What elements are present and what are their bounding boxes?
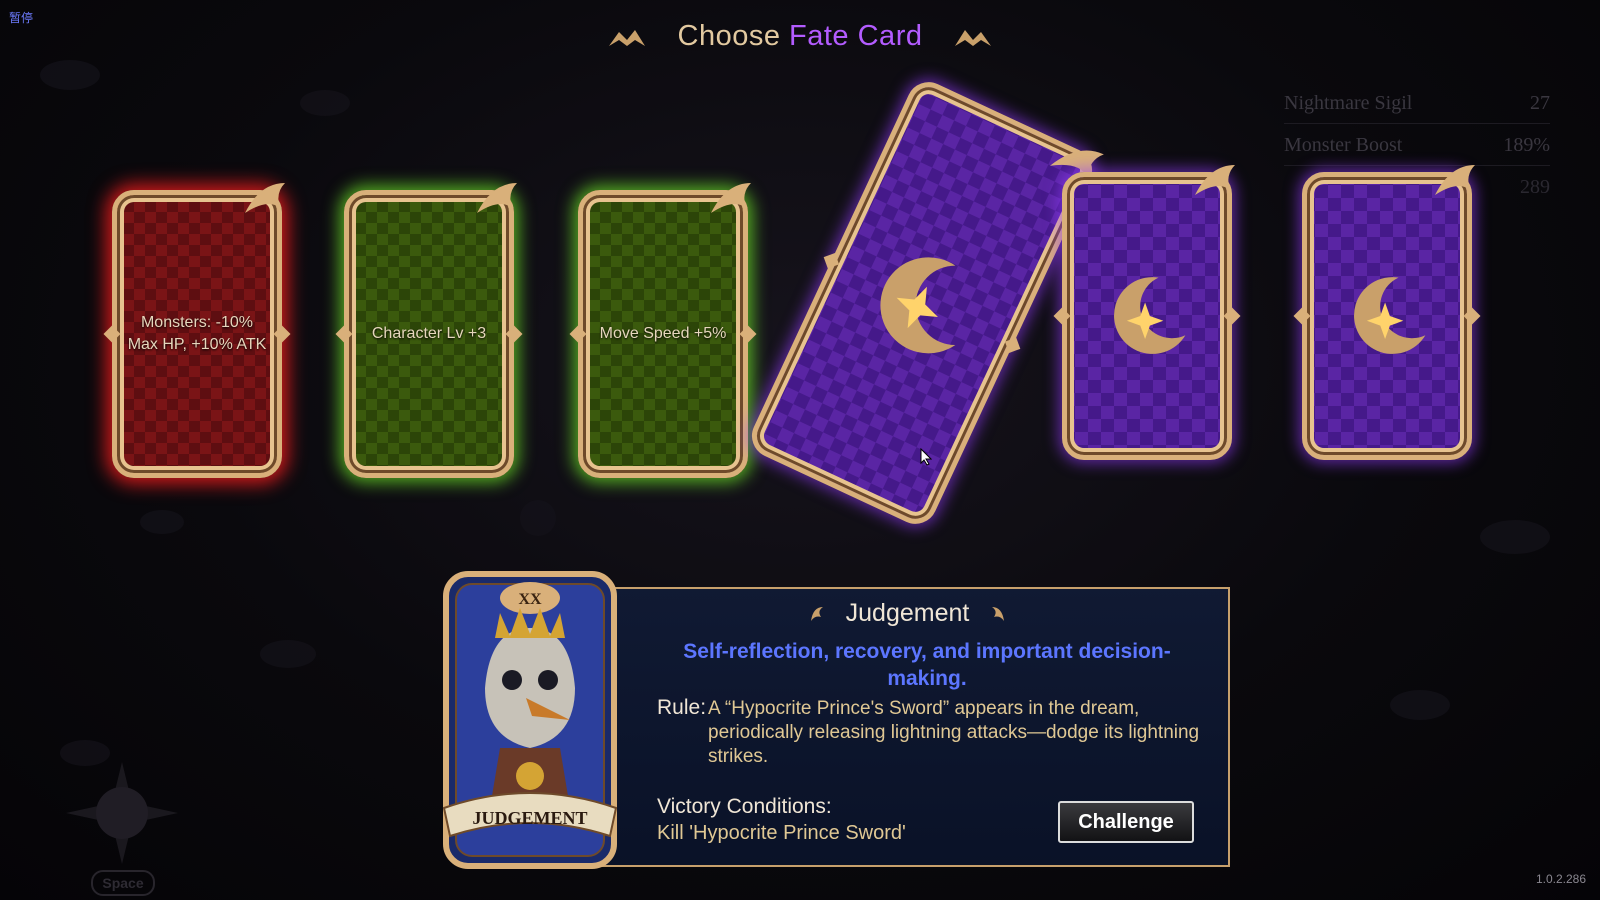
card-effect-text: Monsters: -10% Max HP, +10% ATK xyxy=(127,314,267,353)
fate-card-character-lv[interactable]: Character Lv +3 xyxy=(335,183,523,478)
fate-card-hidden[interactable] xyxy=(1293,165,1481,460)
rule-text: A “Hypocrite Prince's Sword” appears in … xyxy=(708,698,1200,767)
stat-nightmare-sigil: Nightmare Sigil 27 xyxy=(1284,88,1550,124)
card-corner-ornament-icon xyxy=(1435,165,1475,195)
fate-card-move-speed[interactable]: Move Speed +5% xyxy=(569,183,757,478)
judgement-portrait-card: XX JUDGEMENT xyxy=(442,571,618,869)
fate-card-monsters[interactable]: Monsters: -10% Max HP, +10% ATK xyxy=(103,183,291,478)
card-effect-text: Character Lv +3 xyxy=(371,325,487,342)
left-ornament-icon xyxy=(608,30,645,47)
detail-title: Judgement xyxy=(587,599,1228,628)
card-corner-ornament-icon xyxy=(245,183,285,213)
stat-value: 189% xyxy=(1503,134,1550,156)
stat-label: Nightmare Sigil xyxy=(1284,92,1413,114)
card-banner: JUDGEMENT xyxy=(472,808,587,828)
title-right-ornament-icon xyxy=(992,607,1005,622)
title-prefix: Choose xyxy=(677,20,781,52)
stat-value: 289 xyxy=(1520,176,1550,198)
compass-icon xyxy=(66,762,178,864)
mouse-cursor-icon xyxy=(920,448,932,466)
crescent-moon-icon xyxy=(1354,277,1426,354)
victory-conditions-text: Kill 'Hypocrite Prince Sword' xyxy=(657,822,906,844)
crescent-moon-icon xyxy=(1114,277,1186,354)
version-label: 1.0.2.286 xyxy=(1535,872,1586,886)
title-highlight: Fate Card xyxy=(789,20,923,52)
space-key-hint: Space xyxy=(91,870,155,896)
card-corner-ornament-icon xyxy=(711,183,751,213)
right-ornament-icon xyxy=(955,30,992,47)
detail-subtitle: Self-reflection, recovery, and important… xyxy=(683,640,1171,690)
fate-card-hidden[interactable] xyxy=(1053,165,1241,460)
stat-label: Monster Boost xyxy=(1284,134,1403,156)
page-title: Choose Fate Card xyxy=(0,20,1600,53)
challenge-button[interactable]: Challenge xyxy=(1058,801,1194,843)
fate-detail-panel: Judgement Self-reflection, recovery, and… xyxy=(585,587,1230,867)
victory-conditions-label: Victory Conditions: xyxy=(657,795,832,818)
detail-title-text: Judgement xyxy=(845,599,970,627)
card-corner-ornament-icon xyxy=(477,183,517,213)
rule-label: Rule: xyxy=(657,696,707,719)
stat-monster-boost: Monster Boost 189% xyxy=(1284,130,1550,166)
card-numeral: XX xyxy=(518,591,542,608)
title-left-ornament-icon xyxy=(810,607,823,622)
stat-value: 27 xyxy=(1530,92,1550,114)
card-effect-text: Move Speed +5% xyxy=(599,325,727,342)
card-corner-ornament-icon xyxy=(1195,165,1235,195)
